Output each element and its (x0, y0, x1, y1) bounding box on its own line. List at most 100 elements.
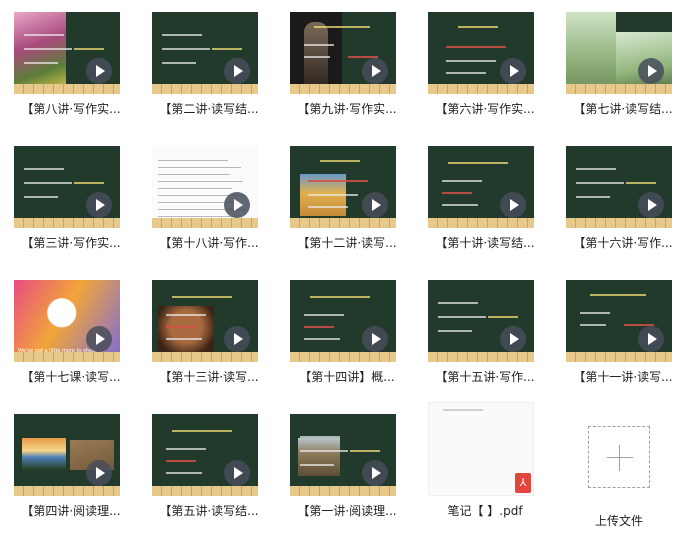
play-icon[interactable] (362, 326, 388, 352)
play-icon[interactable] (362, 460, 388, 486)
document-text-line (158, 188, 232, 189)
video-thumbnail (290, 146, 396, 228)
play-icon[interactable] (86, 326, 112, 352)
upload-file-tile[interactable]: 上传文件 (566, 412, 691, 534)
video-file-tile[interactable]: 【第十八讲·写作... (138, 134, 276, 256)
document-text-line (158, 160, 228, 161)
slide-text-line (162, 34, 202, 36)
slide-text-line (24, 34, 64, 36)
slide-text-line (24, 182, 72, 184)
document-text-line (158, 174, 230, 175)
video-file-tile[interactable]: 【第五讲·读写结... (138, 402, 276, 524)
file-name-label: 【第十六讲·写作... (573, 236, 673, 250)
slide-text-line (438, 330, 472, 332)
wood-floor-strip (428, 218, 534, 228)
wood-floor-strip (152, 486, 258, 496)
video-thumbnail: We've got a little more to show (14, 280, 120, 362)
play-icon[interactable] (224, 326, 250, 352)
video-file-tile[interactable]: 【第十二讲·读写... (276, 134, 414, 256)
slide-text-line (166, 338, 202, 340)
play-icon[interactable] (86, 192, 112, 218)
pdf-file-tile[interactable]: ⅄ 笔记【 】.pdf (414, 402, 552, 524)
play-icon[interactable] (86, 460, 112, 486)
video-thumbnail (428, 146, 534, 228)
slide-text-line (308, 194, 358, 196)
play-icon[interactable] (638, 58, 664, 84)
play-icon[interactable] (500, 192, 526, 218)
play-icon[interactable] (500, 326, 526, 352)
slide-text-line (162, 48, 210, 50)
wood-floor-strip (14, 352, 120, 362)
file-name-label: 【第六讲·写作实... (435, 102, 535, 116)
slide-text-line (172, 430, 232, 432)
file-name-label: 【第十四讲】概... (299, 370, 395, 384)
slide-text-line (442, 180, 482, 182)
play-icon[interactable] (224, 192, 250, 218)
slide-text-line (74, 48, 104, 50)
video-file-tile[interactable]: 【第七讲·读写结... (552, 0, 690, 122)
slide-text-line (446, 60, 496, 62)
pdf-thumbnail: ⅄ (428, 402, 534, 496)
wood-floor-strip (428, 84, 534, 94)
slide-text-line (166, 460, 196, 462)
slide-text-line (448, 162, 508, 164)
slide-text-line (74, 182, 104, 184)
play-icon[interactable] (500, 58, 526, 84)
slide-text-line (166, 314, 206, 316)
file-name-label: 【第十三讲·读写... (159, 370, 259, 384)
play-icon[interactable] (638, 192, 664, 218)
document-text-line (158, 167, 241, 168)
video-file-tile[interactable]: 【第八讲·写作实... (0, 0, 138, 122)
slide-text-line (172, 296, 232, 298)
video-file-tile[interactable]: 【第十四讲】概... (276, 268, 414, 390)
play-icon[interactable] (86, 58, 112, 84)
slide-text-line (304, 326, 334, 328)
video-file-tile[interactable]: 【第六讲·写作实... (414, 0, 552, 122)
play-icon[interactable] (362, 192, 388, 218)
play-icon[interactable] (224, 58, 250, 84)
file-name-label: 笔记【 】.pdf (447, 504, 523, 518)
video-file-tile[interactable]: 【第四讲·阅读理... (0, 402, 138, 524)
slide-text-line (304, 314, 344, 316)
play-icon[interactable] (224, 460, 250, 486)
slide-text-line (576, 196, 610, 198)
slide-text-line (304, 338, 340, 340)
wood-floor-strip (290, 352, 396, 362)
video-file-tile[interactable]: 【第十五讲·写作... (414, 268, 552, 390)
slide-text-line (24, 62, 58, 64)
video-file-tile[interactable]: 【第十三讲·读写... (138, 268, 276, 390)
play-icon[interactable] (362, 58, 388, 84)
file-name-label: 【第十一讲·读写... (573, 370, 673, 384)
video-file-tile[interactable]: 【第一讲·阅读理... (276, 402, 414, 524)
wood-floor-strip (14, 218, 120, 228)
slide-text-line (310, 296, 370, 298)
warrior-figure (304, 22, 328, 88)
video-file-tile[interactable]: 【第二讲·读写结... (138, 0, 276, 122)
wood-floor-strip (152, 84, 258, 94)
video-file-tile[interactable]: 【第三讲·写作实... (0, 134, 138, 256)
video-file-tile[interactable]: 【第十一讲·读写... (552, 268, 690, 390)
willow-image-left (566, 12, 616, 94)
slide-text-line (162, 62, 196, 64)
slide-text-line (350, 450, 380, 452)
wood-floor-strip (152, 352, 258, 362)
slide-text-line (166, 326, 196, 328)
pdf-icon: ⅄ (515, 473, 531, 493)
video-thumbnail (152, 280, 258, 362)
document-text-line (158, 202, 234, 203)
video-file-tile[interactable]: 【第九讲·写作实... (276, 0, 414, 122)
video-file-tile[interactable]: 【第十六讲·写作... (552, 134, 690, 256)
slide-text-line (314, 26, 370, 28)
pdf-header-line (443, 409, 483, 411)
video-file-tile[interactable]: 【第十讲·读写结... (414, 134, 552, 256)
file-name-label: 【第十二讲·读写... (297, 236, 397, 250)
add-icon[interactable] (588, 426, 650, 488)
play-icon[interactable] (638, 326, 664, 352)
slide-text-line (576, 168, 616, 170)
video-file-tile[interactable]: We've got a little more to show 【第十七课·读写.… (0, 268, 138, 390)
soldiers-image (298, 438, 340, 476)
video-thumbnail (290, 414, 396, 496)
slide-text-line (24, 196, 58, 198)
slide-text-line (166, 448, 206, 450)
file-name-label: 【第十讲·读写结... (435, 236, 535, 250)
